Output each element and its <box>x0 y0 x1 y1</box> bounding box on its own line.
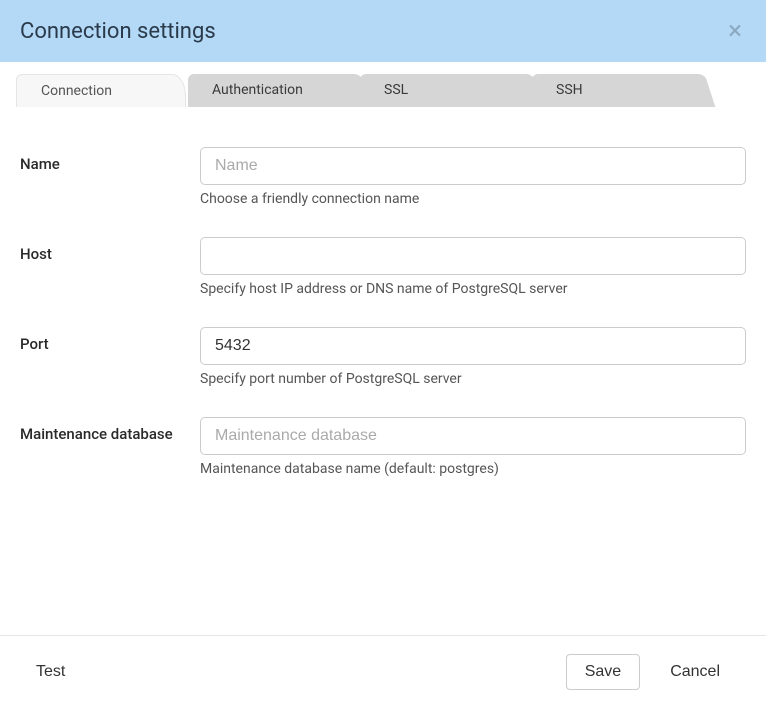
port-input[interactable] <box>200 327 746 365</box>
name-input[interactable] <box>200 147 746 185</box>
form-body: Name Choose a friendly connection name H… <box>0 107 766 527</box>
tab-label: Connection <box>41 83 112 99</box>
row-name: Name Choose a friendly connection name <box>20 147 746 207</box>
control-wrap: Choose a friendly connection name <box>200 147 746 207</box>
tab-ssh[interactable]: SSH <box>532 74 702 107</box>
maintenance-db-input[interactable] <box>200 417 746 455</box>
hint-maintdb: Maintenance database name (default: post… <box>200 461 746 477</box>
hint-port: Specify port number of PostgreSQL server <box>200 371 746 387</box>
label-port: Port <box>20 327 200 353</box>
control-wrap: Maintenance database name (default: post… <box>200 417 746 477</box>
label-name: Name <box>20 147 200 173</box>
close-icon[interactable]: × <box>724 18 746 44</box>
tab-ssl[interactable]: SSL <box>360 74 530 107</box>
hint-name: Choose a friendly connection name <box>200 191 746 207</box>
control-wrap: Specify port number of PostgreSQL server <box>200 327 746 387</box>
row-port: Port Specify port number of PostgreSQL s… <box>20 327 746 387</box>
tab-label: SSH <box>556 82 583 98</box>
row-maintdb: Maintenance database Maintenance databas… <box>20 417 746 477</box>
tab-label: SSL <box>384 82 408 98</box>
dialog-footer: Test Save Cancel <box>0 635 766 708</box>
cancel-button[interactable]: Cancel <box>652 655 738 689</box>
tab-bar: Connection Authentication SSL SSH <box>0 62 766 107</box>
dialog-title: Connection settings <box>20 19 216 44</box>
save-button[interactable]: Save <box>566 654 640 690</box>
test-button[interactable]: Test <box>32 655 83 689</box>
tab-connection[interactable]: Connection <box>16 74 186 107</box>
host-input[interactable] <box>200 237 746 275</box>
control-wrap: Specify host IP address or DNS name of P… <box>200 237 746 297</box>
tab-label: Authentication <box>212 82 303 98</box>
label-maintdb: Maintenance database <box>20 417 200 443</box>
footer-left: Test <box>28 655 566 689</box>
label-host: Host <box>20 237 200 263</box>
row-host: Host Specify host IP address or DNS name… <box>20 237 746 297</box>
hint-host: Specify host IP address or DNS name of P… <box>200 281 746 297</box>
tab-authentication[interactable]: Authentication <box>188 74 358 107</box>
dialog-header: Connection settings × <box>0 0 766 62</box>
